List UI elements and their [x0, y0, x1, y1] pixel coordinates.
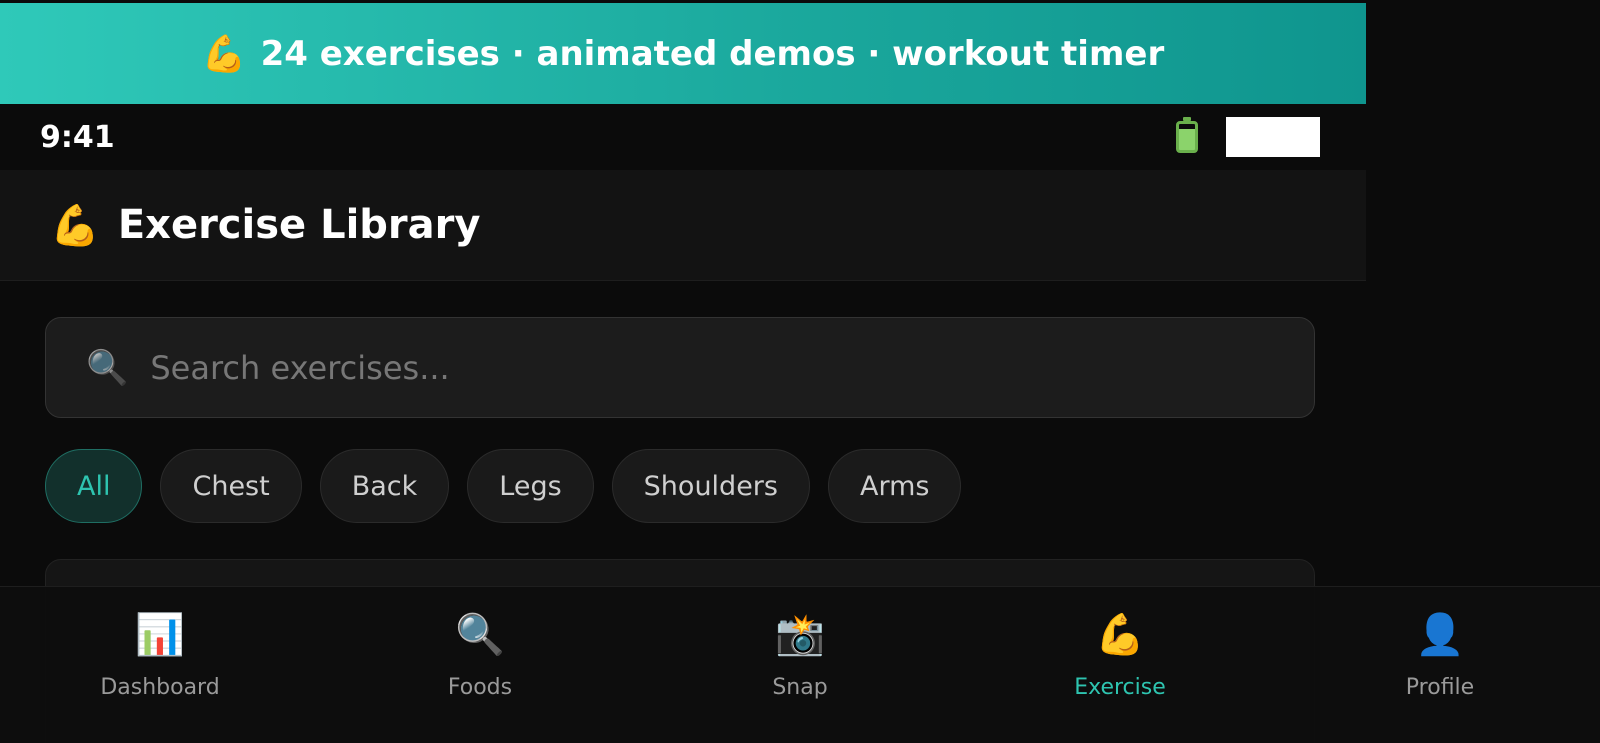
nav-label-exercise: Exercise [1074, 675, 1166, 700]
nav-label-profile: Profile [1405, 675, 1475, 700]
nav-item-exercise[interactable]: 💪 Exercise [960, 587, 1280, 743]
status-indicators [1176, 117, 1320, 157]
flexed-biceps-icon: 💪 [1095, 612, 1145, 658]
promo-banner: 💪 24 exercises · animated demos · workou… [0, 3, 1366, 104]
search-input[interactable] [150, 348, 1151, 387]
status-bar: 9:41 [0, 104, 1366, 170]
battery-icon [1176, 117, 1198, 153]
search-icon: 🔍 [86, 347, 129, 388]
filter-chip-shoulders[interactable]: Shoulders [611, 449, 810, 523]
flexed-biceps-icon: 💪 [201, 33, 247, 75]
promo-banner-text: 24 exercises · animated demos · workout … [260, 33, 1165, 74]
search-bar[interactable]: 🔍 [45, 317, 1315, 418]
status-time: 9:41 [40, 119, 115, 155]
page-title: Exercise Library [117, 202, 481, 248]
filter-chip-chest[interactable]: Chest [160, 449, 302, 523]
nav-item-snap[interactable]: 📸 Snap [640, 587, 960, 743]
filter-chip-all[interactable]: All [45, 449, 143, 523]
nav-label-dashboard: Dashboard [100, 675, 220, 700]
bar-chart-icon: 📊 [135, 612, 185, 658]
flexed-biceps-icon: 💪 [50, 202, 100, 249]
filter-chip-back[interactable]: Back [319, 449, 450, 523]
bottom-navigation: 📊 Dashboard 🔍 Foods 📸 Snap 💪 Exercise 👤 … [0, 586, 1600, 743]
category-filter-chips: All Chest Back Legs Shoulders Arms [45, 449, 962, 523]
nav-item-profile[interactable]: 👤 Profile [1280, 587, 1600, 743]
nav-label-snap: Snap [772, 675, 828, 700]
nav-item-foods[interactable]: 🔍 Foods [320, 587, 640, 743]
status-placeholder-box [1226, 117, 1320, 157]
magnifying-glass-icon: 🔍 [455, 612, 505, 658]
camera-icon: 📸 [775, 612, 825, 658]
nav-item-dashboard[interactable]: 📊 Dashboard [0, 587, 320, 743]
nav-label-foods: Foods [447, 675, 513, 700]
app-screen: 💪 24 exercises · animated demos · workou… [0, 0, 1600, 743]
filter-chip-arms[interactable]: Arms [827, 449, 962, 523]
page-header: 💪 Exercise Library [0, 170, 1366, 281]
person-silhouette-icon: 👤 [1415, 612, 1465, 658]
filter-chip-legs[interactable]: Legs [467, 449, 594, 523]
